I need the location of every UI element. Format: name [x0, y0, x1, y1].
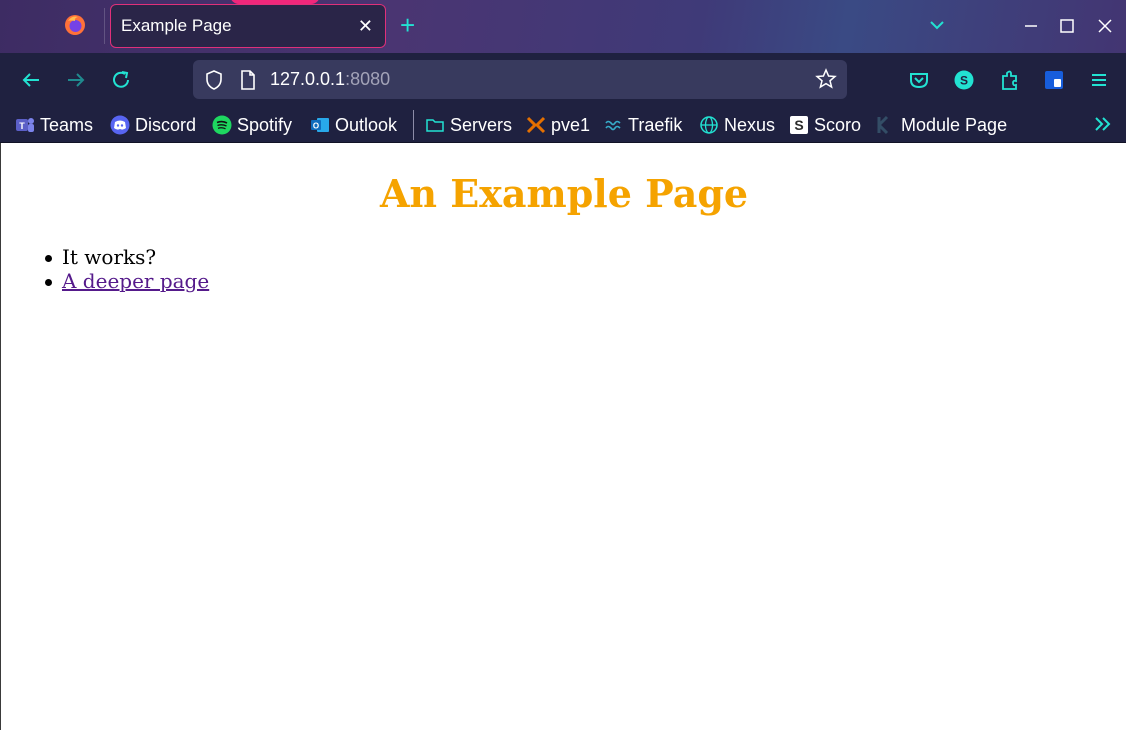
bookmark-label: Discord: [135, 114, 197, 135]
bookmark-nexus[interactable]: Nexus: [699, 112, 775, 138]
globe-icon: [700, 116, 718, 134]
bookmark-discord[interactable]: Discord: [110, 112, 196, 138]
bookmark-outlook[interactable]: O Outlook: [310, 112, 397, 138]
account-avatar-icon[interactable]: S: [951, 67, 977, 93]
bookmark-label: Spotify: [237, 114, 293, 135]
shield-icon[interactable]: [203, 69, 225, 91]
bookmark-label: Outlook: [335, 114, 398, 135]
svg-text:T: T: [19, 121, 25, 131]
bookmark-label: Nexus: [724, 114, 776, 135]
bookmark-label: Teams: [40, 114, 94, 135]
back-arrow-icon[interactable]: [18, 67, 44, 93]
list-item: A deeper page: [44, 269, 209, 293]
svg-text:O: O: [313, 122, 319, 131]
url-host: 127.0.0.1: [270, 69, 346, 89]
bookmark-label: Servers: [450, 114, 513, 135]
svg-text:S: S: [794, 117, 803, 133]
bookmark-pve1[interactable]: pve1: [526, 112, 590, 138]
tab-example-page[interactable]: Example Page ✕: [110, 4, 386, 48]
bookmark-scoro[interactable]: S Scoro: [789, 112, 861, 138]
close-tab-icon[interactable]: ✕: [358, 16, 373, 36]
proxmox-icon: [526, 116, 546, 134]
tab-title: Example Page: [121, 16, 232, 35]
spotify-icon: [212, 115, 232, 135]
bookmark-traefik[interactable]: Traefik: [603, 112, 682, 138]
close-window-icon[interactable]: [1093, 14, 1117, 38]
svg-text:S: S: [960, 74, 968, 88]
folder-icon: [426, 119, 444, 132]
bookmark-separator: [413, 110, 414, 140]
module-icon: [877, 115, 889, 135]
chevron-double-right-icon[interactable]: [1092, 112, 1114, 136]
url-text[interactable]: 127.0.0.1:8080: [270, 69, 390, 90]
bookmark-folder-servers[interactable]: Servers: [425, 112, 512, 138]
new-tab-button[interactable]: +: [400, 12, 415, 38]
minimize-icon[interactable]: [1019, 14, 1043, 38]
teams-icon: T: [16, 118, 34, 132]
bookmark-label: pve1: [551, 114, 591, 135]
bookmark-module-page[interactable]: Module Page: [876, 112, 1007, 138]
pocket-icon[interactable]: [906, 67, 932, 93]
hamburger-menu-icon[interactable]: [1086, 67, 1112, 93]
title-bar: Example Page ✕ +: [0, 0, 1126, 53]
page-list: It works? A deeper page: [44, 245, 209, 293]
bookmarks-toolbar: T Teams Discord Spotify O Outlook Server…: [0, 106, 1126, 143]
reload-icon[interactable]: [108, 67, 134, 93]
chevron-down-icon[interactable]: [926, 16, 948, 36]
navigation-toolbar: 127.0.0.1:8080 S: [0, 53, 1126, 106]
bitwarden-icon[interactable]: [1041, 67, 1067, 93]
scoro-icon: S: [790, 116, 808, 134]
page-icon[interactable]: [238, 69, 258, 91]
list-item-text: It works?: [62, 245, 157, 269]
url-port: :8080: [345, 69, 391, 89]
firefox-icon[interactable]: [64, 14, 86, 36]
extensions-icon[interactable]: [997, 67, 1023, 93]
star-icon[interactable]: [815, 68, 837, 90]
page-viewport: An Example Page It works? A deeper page: [0, 143, 1126, 730]
bookmark-spotify[interactable]: Spotify: [212, 112, 292, 138]
address-bar[interactable]: 127.0.0.1:8080: [193, 60, 847, 99]
maximize-icon[interactable]: [1055, 14, 1079, 38]
traefik-icon: [605, 120, 621, 131]
bookmark-label: Traefik: [628, 114, 683, 135]
bookmark-label: Module Page: [901, 114, 1008, 135]
page-title: An Example Page: [379, 171, 749, 216]
deeper-page-link[interactable]: A deeper page: [62, 269, 209, 293]
tab-separator: [104, 8, 105, 44]
list-item: It works?: [44, 245, 209, 269]
discord-icon: [110, 115, 130, 135]
bookmark-label: Scoro: [814, 114, 862, 135]
forward-arrow-icon[interactable]: [63, 67, 89, 93]
bookmark-teams[interactable]: T Teams: [15, 112, 93, 138]
outlook-icon: O: [311, 118, 329, 132]
